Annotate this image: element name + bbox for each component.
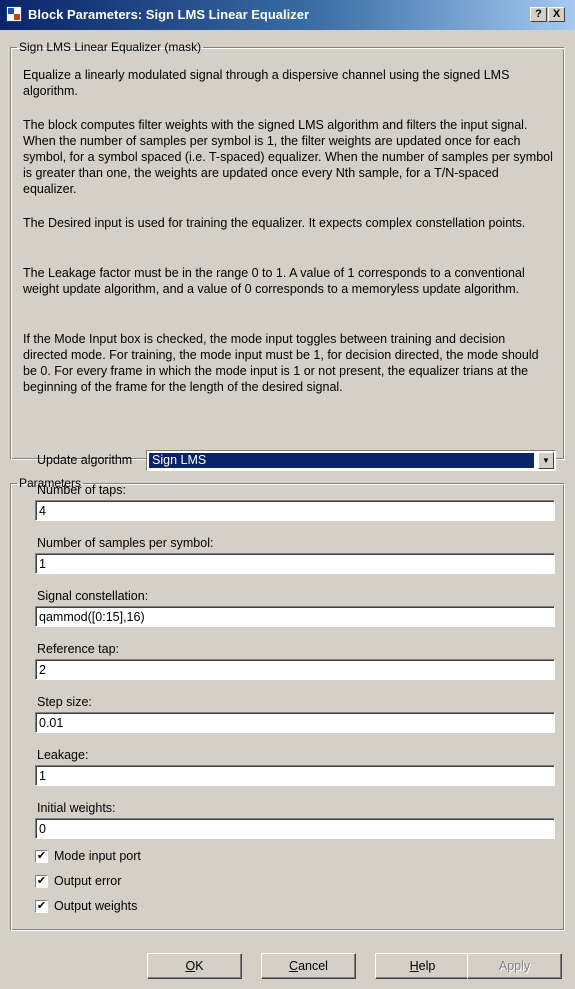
output-weights-checkbox[interactable]: ✔ [35, 900, 48, 913]
description-paragraph-5: If the Mode Input box is checked, the mo… [23, 332, 539, 394]
output-error-checkbox[interactable]: ✔ [35, 875, 48, 888]
close-icon[interactable]: X [548, 7, 565, 22]
step-size-label: Step size: [37, 695, 92, 709]
description-paragraph-4: The Leakage factor must be in the range … [23, 266, 525, 296]
simulink-block-icon [6, 6, 22, 22]
mode-input-port-label[interactable]: Mode input port [54, 849, 141, 863]
reference-tap-field[interactable] [35, 659, 555, 680]
update-algorithm-label: Update algorithm [37, 453, 133, 467]
description-paragraph-2: The block computes filter weights with t… [23, 118, 553, 196]
samples-per-symbol-field[interactable] [35, 553, 555, 574]
initial-weights-label: Initial weights: [37, 801, 116, 815]
reference-tap-label: Reference tap: [37, 642, 119, 656]
description-group: Sign LMS Linear Equalizer (mask) [10, 40, 565, 460]
description-paragraph-1: Equalize a linearly modulated signal thr… [23, 68, 510, 98]
cancel-button[interactable]: Cancel [261, 953, 356, 979]
number-of-taps-field[interactable] [35, 500, 555, 521]
step-size-field[interactable] [35, 712, 555, 733]
output-error-label[interactable]: Output error [54, 874, 121, 888]
mode-input-port-checkbox[interactable]: ✔ [35, 850, 48, 863]
update-algorithm-select[interactable]: Sign LMS ▼ [146, 450, 556, 471]
help-button[interactable]: Help [375, 953, 470, 979]
title-bar[interactable]: Block Parameters: Sign LMS Linear Equali… [0, 0, 575, 30]
description-legend: Sign LMS Linear Equalizer (mask) [19, 40, 202, 54]
description-paragraph-3: The Desired input is used for training t… [23, 216, 526, 230]
signal-constellation-field[interactable] [35, 606, 555, 627]
help-icon[interactable]: ? [530, 7, 547, 22]
apply-button[interactable]: Apply [467, 953, 562, 979]
chevron-down-icon[interactable]: ▼ [538, 452, 554, 469]
output-weights-label[interactable]: Output weights [54, 899, 137, 913]
leakage-label: Leakage: [37, 748, 89, 762]
initial-weights-field[interactable] [35, 818, 555, 839]
ok-button[interactable]: OK [147, 953, 242, 979]
number-of-taps-label: Number of taps: [37, 483, 126, 497]
window-title: Block Parameters: Sign LMS Linear Equali… [28, 7, 310, 22]
leakage-field[interactable] [35, 765, 555, 786]
update-algorithm-value: Sign LMS [149, 453, 534, 468]
signal-constellation-label: Signal constellation: [37, 589, 149, 603]
samples-per-symbol-label: Number of samples per symbol: [37, 536, 214, 550]
